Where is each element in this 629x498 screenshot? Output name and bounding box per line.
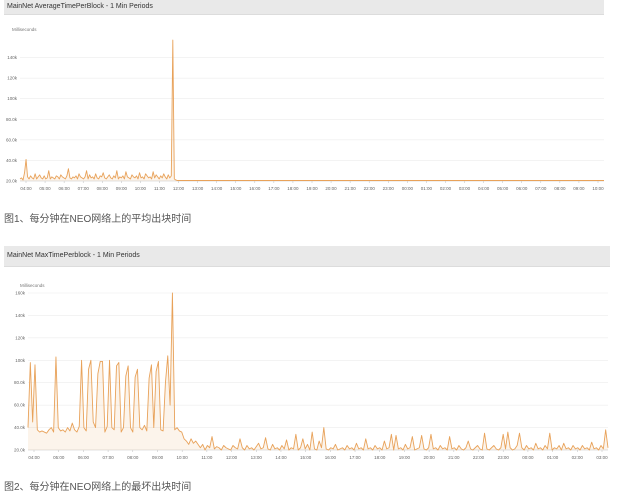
y-tick-label: 60.0k bbox=[6, 137, 18, 142]
x-tick-label: 02:00 bbox=[572, 455, 584, 460]
chart-2: Milliseconds 20.0k 40.0k 60.0k 80.0k 100k 120k… bbox=[14, 283, 609, 460]
x-tick-label: 09:00 bbox=[152, 455, 164, 460]
y-tick-label: 20.0k bbox=[14, 448, 26, 453]
x-tick-label: 10:00 bbox=[177, 455, 189, 460]
y-tick-label: 120k bbox=[7, 76, 18, 81]
x-tick-label: 23:00 bbox=[498, 455, 510, 460]
y-tick-label: 100k bbox=[7, 96, 18, 101]
chart-panel-2: MainNet MaxTimePerblock - 1 Min Periods … bbox=[4, 246, 610, 468]
chart-title-1: MainNet AverageTimePerBlock - 1 Min Peri… bbox=[4, 0, 604, 15]
x-tick-label: 22:00 bbox=[473, 455, 485, 460]
x-tick-label: 08:00 bbox=[97, 186, 109, 191]
x-tick-label: 00:00 bbox=[522, 455, 534, 460]
x-tick-label: 07:00 bbox=[535, 186, 547, 191]
x-tick-label: 10:00 bbox=[135, 186, 147, 191]
y-tick-label: 60.0k bbox=[14, 403, 26, 408]
x-tick-label: 18:00 bbox=[287, 186, 299, 191]
x-tick-label: 01:00 bbox=[547, 455, 559, 460]
chart-panel-1: MainNet AverageTimePerBlock - 1 Min Peri… bbox=[4, 0, 604, 200]
x-tick-label: 12:00 bbox=[226, 455, 238, 460]
y-tick-label: 100k bbox=[15, 358, 26, 363]
x-tick-label: 22:00 bbox=[364, 186, 376, 191]
x-tick-label: 05:00 bbox=[53, 455, 65, 460]
x-tick-label: 06:00 bbox=[516, 186, 528, 191]
x-tick-label: 04:00 bbox=[28, 455, 40, 460]
x-tick-label: 08:00 bbox=[127, 455, 139, 460]
x-tick-label: 09:00 bbox=[573, 186, 585, 191]
x-tick-label: 05:00 bbox=[497, 186, 509, 191]
x-tick-label: 17:00 bbox=[349, 455, 361, 460]
x-tick-label: 20:00 bbox=[423, 455, 435, 460]
x-tick-label: 01:00 bbox=[421, 186, 433, 191]
y-tick-label: 20.0k bbox=[6, 179, 18, 184]
x-tick-label: 07:00 bbox=[102, 455, 114, 460]
x-tick-label: 13:00 bbox=[192, 186, 204, 191]
x-tick-label: 10:00 bbox=[592, 186, 604, 191]
x-tick-label: 21:00 bbox=[448, 455, 460, 460]
x-tick-label: 18:00 bbox=[374, 455, 386, 460]
x-tick-label: 19:00 bbox=[306, 186, 318, 191]
x-tick-label: 09:00 bbox=[116, 186, 128, 191]
y-tick-label: 40.0k bbox=[6, 158, 18, 163]
y-tick-label: 120k bbox=[15, 335, 26, 340]
y-tick-label: 80.0k bbox=[6, 117, 18, 122]
series-line bbox=[19, 39, 604, 181]
x-tick-label: 11:00 bbox=[201, 455, 212, 460]
chart-title-2: MainNet MaxTimePerblock - 1 Min Periods bbox=[4, 246, 610, 267]
x-tick-label: 19:00 bbox=[399, 455, 411, 460]
chart-1: Milliseconds 20.0k 40.0k 60.0k 80.0k 100k 120k… bbox=[6, 27, 604, 191]
y-axis-label: Milliseconds bbox=[12, 27, 37, 32]
x-tick-label: 11:00 bbox=[154, 186, 165, 191]
x-tick-label: 02:00 bbox=[440, 186, 452, 191]
x-tick-label: 08:00 bbox=[554, 186, 566, 191]
x-tick-label: 03:00 bbox=[596, 455, 608, 460]
x-tick-label: 00:00 bbox=[402, 186, 414, 191]
x-tick-label: 15:00 bbox=[230, 186, 242, 191]
y-tick-label: 140k bbox=[7, 55, 18, 60]
x-tick-label: 21:00 bbox=[345, 186, 357, 191]
x-tick-label: 14:00 bbox=[211, 186, 223, 191]
caption-2: 图2、每分钟在NEO网络上的最坏出块时间 bbox=[4, 482, 192, 493]
y-tick-label: 80.0k bbox=[14, 380, 26, 385]
y-tick-label: 160k bbox=[15, 291, 26, 296]
y-axis-label: Milliseconds bbox=[20, 283, 45, 288]
x-tick-label: 15:00 bbox=[300, 455, 312, 460]
x-tick-label: 07:00 bbox=[78, 186, 90, 191]
x-tick-label: 23:00 bbox=[383, 186, 395, 191]
series-area bbox=[28, 293, 608, 450]
x-tick-label: 16:00 bbox=[249, 186, 261, 191]
y-tick-label: 40.0k bbox=[14, 425, 26, 430]
caption-1: 图1、每分钟在NEO网络上的平均出块时间 bbox=[4, 214, 192, 225]
x-tick-label: 13:00 bbox=[251, 455, 263, 460]
x-tick-label: 20:00 bbox=[325, 186, 337, 191]
x-tick-label: 05:00 bbox=[39, 186, 51, 191]
x-tick-label: 12:00 bbox=[173, 186, 185, 191]
x-tick-label: 17:00 bbox=[268, 186, 280, 191]
x-tick-label: 14:00 bbox=[275, 455, 287, 460]
series-area bbox=[20, 40, 604, 182]
x-tick-label: 16:00 bbox=[325, 455, 337, 460]
x-tick-label: 03:00 bbox=[459, 186, 471, 191]
x-tick-label: 04:00 bbox=[20, 186, 32, 191]
y-tick-label: 140k bbox=[15, 313, 26, 318]
x-tick-label: 04:00 bbox=[478, 186, 490, 191]
x-tick-label: 06:00 bbox=[78, 455, 90, 460]
x-tick-label: 06:00 bbox=[59, 186, 71, 191]
